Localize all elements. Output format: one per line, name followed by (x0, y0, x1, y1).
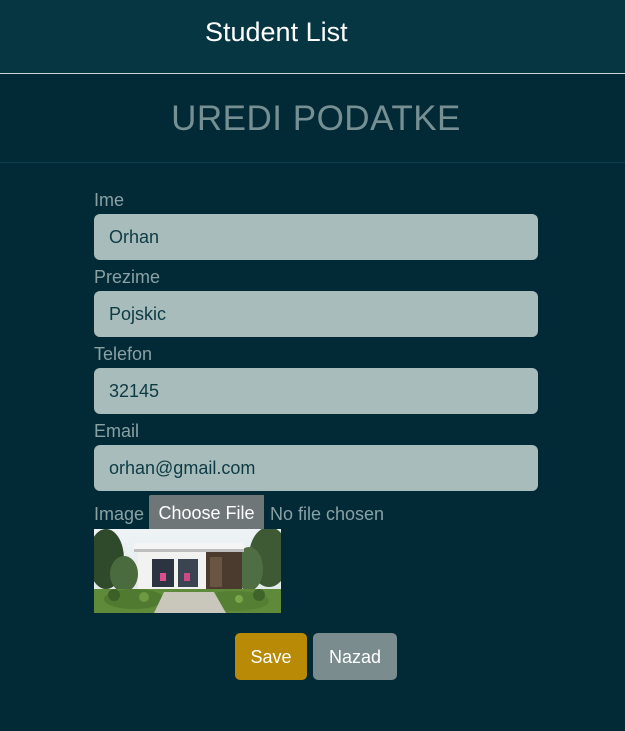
email-input[interactable] (94, 445, 538, 491)
page-title: UREDI PODATKE (171, 99, 461, 138)
house-image-preview (94, 529, 281, 613)
back-button[interactable]: Nazad (313, 633, 397, 680)
prezime-input[interactable] (94, 291, 538, 337)
save-button[interactable]: Save (235, 633, 307, 680)
house-image (94, 529, 281, 613)
telefon-label: Telefon (94, 344, 153, 364)
ime-label: Ime (94, 190, 125, 210)
image-label: Image (94, 504, 145, 524)
edit-student-form: Ime Prezime Telefon Email Image Choose F… (94, 186, 539, 533)
page-heading-section: UREDI PODATKE (0, 75, 625, 163)
telefon-input[interactable] (94, 368, 538, 414)
top-navbar: Student List (0, 0, 625, 74)
app-title[interactable]: Student List (205, 15, 348, 49)
image-upload-row: Image Choose File No file chosen (94, 495, 539, 533)
email-label: Email (94, 421, 140, 441)
form-actions: Save Nazad (0, 633, 625, 680)
file-status-text: No file chosen (270, 504, 385, 524)
choose-file-button[interactable]: Choose File (149, 495, 264, 532)
prezime-label: Prezime (94, 267, 161, 287)
ime-input[interactable] (94, 214, 538, 260)
